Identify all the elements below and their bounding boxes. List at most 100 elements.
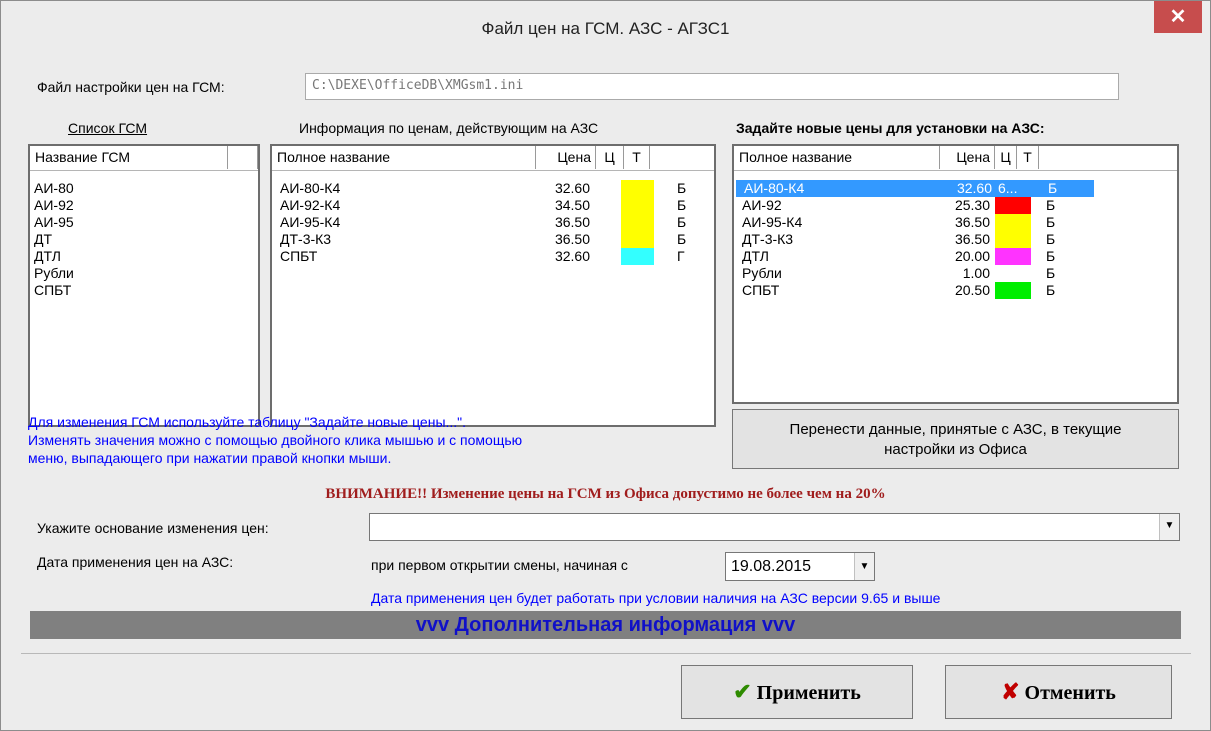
new-price-row[interactable]: АИ-80-К4 32.60 6... Б (736, 180, 1094, 197)
price-row-type: Б (1046, 231, 1056, 247)
apply-date-picker[interactable]: 19.08.2015 ▼ (725, 552, 875, 581)
transfer-data-line-2: настройки из Офиса (884, 441, 1027, 458)
price-row-name: АИ-92 (742, 197, 782, 213)
price-row-value: 34.50 (554, 197, 590, 213)
price-row-name: Рубли (742, 265, 782, 281)
col-header-full-name[interactable]: Полное название (734, 146, 940, 169)
title-bar: Файл цен на ГСМ. АЗС - АГЗС1 ✕ (1, 1, 1210, 59)
settings-file-field[interactable]: C:\DEXE\OfficeDB\XMGsm1.ini (305, 73, 1119, 100)
gsm-list-title: Список ГСМ (68, 120, 148, 136)
reason-label: Укажите основание изменения цен: (37, 520, 269, 536)
apply-button[interactable]: ✔ Применить (681, 665, 913, 719)
price-row-color-swatch (621, 231, 654, 248)
price-row-value: 20.00 (954, 248, 990, 264)
col-header-type[interactable]: Т (624, 146, 650, 169)
price-row-type: Б (677, 231, 687, 247)
apply-label: Применить (756, 682, 861, 704)
price-row-type: Б (677, 214, 687, 230)
check-icon: ✔ (733, 679, 752, 704)
current-price-row[interactable]: СПБТ 32.60 Г (272, 248, 714, 265)
gsm-item-name: ДТ (34, 231, 53, 247)
price-row-value: 36.50 (554, 231, 590, 247)
price-row-color-swatch (995, 282, 1031, 299)
current-price-row[interactable]: АИ-92-К4 34.50 Б (272, 197, 714, 214)
gsm-list-item[interactable]: АИ-80 (30, 180, 258, 197)
price-row-type: Б (677, 197, 687, 213)
cancel-label: Отменить (1024, 682, 1116, 704)
price-row-value: 36.50 (954, 214, 990, 230)
current-prices-title: Информация по ценам, действующим на АЗС (299, 120, 599, 136)
col-header-color[interactable]: Ц (995, 146, 1017, 169)
hint-line-3: меню, выпадающего при нажатии правой кно… (28, 450, 392, 466)
new-price-row[interactable]: СПБТ 20.50 Б (734, 282, 1177, 299)
price-row-name: АИ-95-К4 (742, 214, 803, 230)
col-header-color[interactable]: Ц (596, 146, 624, 169)
reason-combo[interactable]: ▼ (369, 513, 1180, 541)
hint-line-2: Изменять значения можно с помощью двойно… (28, 432, 523, 448)
gsm-item-name: АИ-80 (34, 180, 74, 196)
price-row-name: СПБТ (742, 282, 780, 298)
new-prices-list[interactable]: Полное название Цена Ц Т АИ-80-К4 32.60 6.… (732, 144, 1179, 404)
gsm-list-item[interactable]: АИ-95 (30, 214, 258, 231)
close-button[interactable]: ✕ (1154, 1, 1202, 33)
apply-date-value: 19.08.2015 (731, 558, 812, 575)
col-header-name[interactable]: Название ГСМ (30, 146, 228, 169)
col-header-price[interactable]: Цена (940, 146, 995, 169)
new-price-row[interactable]: ДТ-3-К3 36.50 Б (734, 231, 1177, 248)
gsm-item-name: Рубли (34, 265, 74, 281)
current-prices-list[interactable]: Полное название Цена Ц Т АИ-80-К4 32.60 Б А… (270, 144, 716, 427)
current-price-row[interactable]: АИ-80-К4 32.60 Б (272, 180, 714, 197)
price-row-name: АИ-92-К4 (280, 197, 341, 213)
gsm-list-item[interactable]: ДТ (30, 231, 258, 248)
current-price-row[interactable]: ДТ-3-К3 36.50 Б (272, 231, 714, 248)
new-price-row[interactable]: АИ-95-К4 36.50 Б (734, 214, 1177, 231)
price-row-color-swatch (995, 197, 1031, 214)
price-row-name: АИ-80-К4 (744, 180, 805, 196)
transfer-data-button[interactable]: Перенести данные, принятые с АЗС, в теку… (732, 409, 1179, 469)
price-row-name: АИ-95-К4 (280, 214, 341, 230)
price-row-name: ДТ-3-К3 (280, 231, 332, 247)
price-row-type: Б (1046, 282, 1056, 298)
warning-text: ВНИМАНИЕ!! Изменение цены на ГСМ из Офис… (325, 486, 886, 502)
price-row-type: Б (1048, 180, 1058, 196)
window-title: Файл цен на ГСМ. АЗС - АГЗС1 (481, 19, 730, 38)
price-row-name: АИ-80-К4 (280, 180, 341, 196)
close-icon: ✕ (1169, 6, 1187, 28)
chevron-down-icon[interactable]: ▼ (854, 553, 874, 580)
more-info-bar[interactable]: vvv Дополнительная информация vvv (30, 611, 1181, 639)
apply-date-mode-label: при первом открытии смены, начиная с (371, 557, 628, 573)
cancel-button[interactable]: ✘ Отменить (945, 665, 1172, 719)
price-row-value: 25.30 (954, 197, 990, 213)
price-row-type: Б (1046, 265, 1056, 281)
gsm-list-item[interactable]: АИ-92 (30, 197, 258, 214)
col-header-blank[interactable] (228, 146, 258, 169)
apply-date-label: Дата применения цен на АЗС: (37, 554, 234, 570)
new-price-row[interactable]: ДТЛ 20.00 Б (734, 248, 1177, 265)
price-row-value: 36.50 (554, 214, 590, 230)
price-row-type: Б (677, 180, 687, 196)
price-row-value: 20.50 (954, 282, 990, 298)
new-prices-header: Полное название Цена Ц Т (734, 146, 1177, 171)
price-row-name: СПБТ (280, 248, 318, 264)
price-row-color-swatch (621, 197, 654, 214)
col-header-price[interactable]: Цена (536, 146, 596, 169)
price-row-color-swatch (995, 248, 1031, 265)
price-row-color-swatch (995, 214, 1031, 231)
gsm-list-item[interactable]: ДТЛ (30, 248, 258, 265)
price-row-name: ДТ-3-К3 (742, 231, 794, 247)
gsm-item-name: ДТЛ (34, 248, 61, 264)
price-row-type: Б (1046, 214, 1056, 230)
current-price-row[interactable]: АИ-95-К4 36.50 Б (272, 214, 714, 231)
chevron-down-icon[interactable]: ▼ (1159, 514, 1179, 540)
hint-line-1: Для изменения ГСМ используйте таблицу "З… (28, 414, 467, 430)
price-row-value: 36.50 (954, 231, 990, 247)
col-header-full-name[interactable]: Полное название (272, 146, 536, 169)
gsm-list[interactable]: Название ГСМ АИ-80 АИ-92 АИ-95 ДТ ДТЛ Рубли СП… (28, 144, 260, 427)
gsm-list-item[interactable]: Рубли (30, 265, 258, 282)
new-price-row[interactable]: Рубли 1.00 Б (734, 265, 1177, 282)
price-row-color-swatch (995, 231, 1031, 248)
col-header-type[interactable]: Т (1017, 146, 1039, 169)
settings-file-label: Файл настройки цен на ГСМ: (37, 79, 225, 95)
gsm-list-item[interactable]: СПБТ (30, 282, 258, 299)
new-price-row[interactable]: АИ-92 25.30 Б (734, 197, 1177, 214)
